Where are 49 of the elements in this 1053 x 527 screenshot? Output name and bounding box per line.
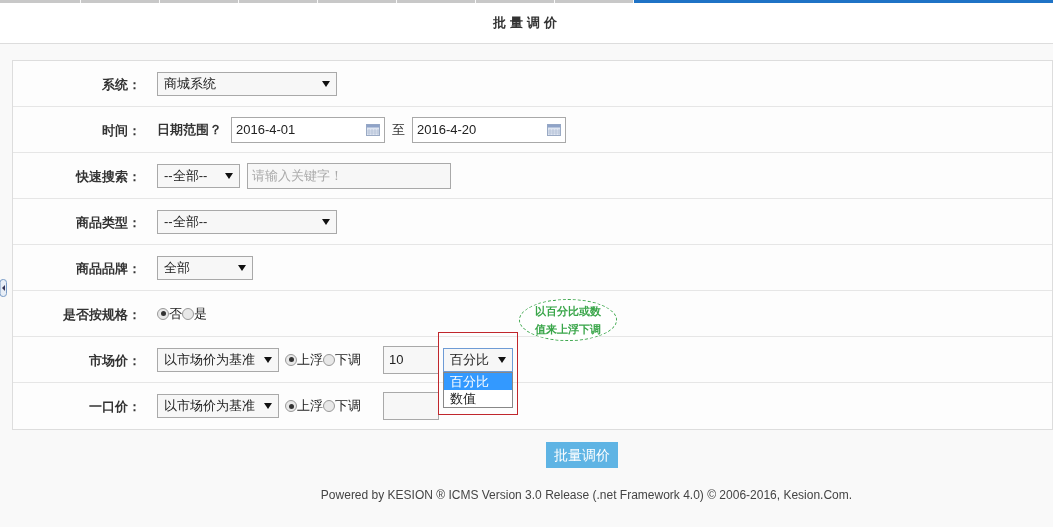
date-field[interactable]: 2016-4-01	[231, 116, 385, 143]
date-range-prompt: 日期范围？	[157, 120, 222, 139]
select-dropdown[interactable]: --全部--	[157, 209, 337, 234]
field-label: 快速搜索：	[76, 168, 141, 184]
date-field[interactable]: 2016-4-20	[412, 116, 566, 143]
amount-field[interactable]	[383, 392, 439, 420]
field-label: 商品品牌：	[76, 260, 141, 276]
page-title: 批量调价	[492, 14, 561, 33]
radio-button[interactable]	[182, 307, 194, 320]
field-label: 是否按规格：	[63, 306, 141, 322]
caret-icon	[322, 80, 330, 87]
field-label: 市场价：	[89, 352, 141, 368]
menu-option[interactable]: 数值	[444, 389, 512, 407]
radio-label: 上浮	[297, 397, 323, 416]
select-dropdown[interactable]: 以市场价为基准	[157, 394, 279, 418]
amount-field[interactable]: 10	[383, 345, 439, 374]
field-label: 商品类型：	[76, 214, 141, 230]
caret-icon	[498, 356, 506, 363]
select-dropdown[interactable]: --全部--	[157, 163, 240, 188]
calendar-icon[interactable]	[547, 123, 561, 136]
caret-icon	[238, 264, 246, 271]
field-label: 系统：	[102, 76, 141, 92]
radio-label: 是	[194, 304, 207, 323]
select-dropdown[interactable]: 商城系统	[157, 71, 337, 96]
select-dropdown[interactable]: 全部	[157, 255, 253, 280]
keyword-field[interactable]: 请输入关键字！	[247, 162, 451, 189]
caret-icon	[322, 218, 330, 225]
radio-button[interactable]	[285, 400, 297, 412]
radio-label: 否	[169, 304, 182, 323]
caret-icon	[264, 403, 272, 409]
radio-button[interactable]	[323, 353, 335, 366]
radio-button[interactable]	[285, 353, 297, 366]
range-separator: 至	[392, 120, 405, 139]
caret-icon	[225, 172, 233, 179]
radio-label: 下调	[335, 397, 361, 416]
callout-line: 值来上浮下调	[535, 321, 601, 337]
select-dropdown[interactable]: 以市场价为基准	[157, 347, 279, 372]
collapse-handle-icon[interactable]	[0, 279, 7, 297]
callout-line: 以百分比或数	[535, 303, 601, 319]
unit-select[interactable]: 百分比	[443, 347, 513, 372]
caret-icon	[264, 356, 272, 363]
radio-label: 上浮	[297, 350, 323, 369]
footer-text: Powered by KESION ® ICMS Version 3.0 Release (.net Framework 4.0) © 2006-2016, Kesion.Com.	[320, 487, 853, 504]
calendar-icon[interactable]	[366, 123, 380, 136]
field-label: 时间：	[102, 122, 141, 138]
radio-button[interactable]	[157, 307, 169, 320]
field-label: 一口价：	[89, 399, 141, 414]
radio-label: 下调	[335, 350, 361, 369]
radio-button[interactable]	[323, 400, 335, 412]
